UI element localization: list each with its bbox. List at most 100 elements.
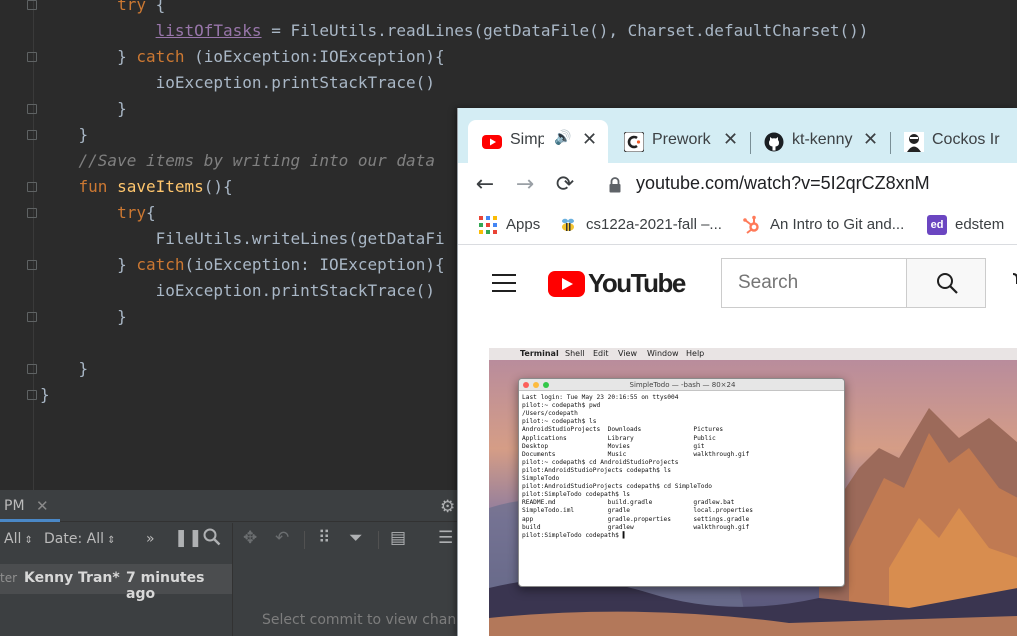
fold-marker-icon[interactable]: [27, 390, 37, 400]
code-token: }: [40, 385, 50, 404]
gear-icon[interactable]: ⚙: [440, 497, 455, 517]
close-icon[interactable]: ✕: [863, 129, 878, 150]
fold-marker-icon[interactable]: [27, 208, 37, 218]
address-bar[interactable]: youtube.com/watch?v=5I2qrCZ8xnM: [636, 173, 930, 194]
filter-icon[interactable]: ⏷: [349, 528, 363, 548]
bookmark-label: An Intro to Git and...: [770, 216, 905, 233]
bookmarks-bar: Apps cs122a-2021-fall –... An Intro to G…: [458, 207, 1017, 245]
back-button[interactable]: ←: [470, 170, 500, 200]
code-line: ioException.printStackTrace(): [40, 70, 435, 96]
bookmark-apps[interactable]: Apps: [478, 214, 548, 238]
gutter-separator: [33, 0, 34, 490]
fold-marker-icon[interactable]: [27, 130, 37, 140]
bookmark-edstem[interactable]: ed edstem: [927, 214, 1017, 238]
apps-grid-icon: [479, 216, 497, 234]
terminal-line: SimpleTodo: [522, 475, 560, 482]
git-tab-label: PM: [4, 498, 25, 514]
close-icon[interactable]: ✕: [582, 129, 597, 150]
terminal-line: pilot:~ codepath$ pwd: [522, 402, 601, 410]
bookmark-label: edstem: [955, 216, 1005, 233]
terminal-title: SimpleTodo — -bash — 80×24: [629, 381, 736, 389]
tab-title: Cockos Ir: [932, 131, 1000, 148]
github-icon: [764, 132, 784, 152]
code-line: }: [40, 96, 127, 122]
reload-button[interactable]: ⟳: [550, 170, 580, 200]
browser-tab-cockos[interactable]: Cockos Ir: [890, 120, 1017, 163]
browser-tab-youtube[interactable]: Simp 🔊 ✕: [468, 120, 608, 163]
code-line: try {: [40, 0, 165, 18]
code-token: //Save items by writing into our data: [78, 151, 435, 170]
layout-icon[interactable]: ▤: [390, 528, 406, 548]
video-player[interactable]: Terminal Shell Edit View Window Help Sim…: [489, 348, 1017, 636]
bookmark-cs122a[interactable]: cs122a-2021-fall –...: [558, 214, 728, 238]
cherry-pick-icon[interactable]: ✥: [243, 528, 257, 548]
close-icon[interactable]: ✕: [723, 129, 738, 150]
search-icon: [937, 273, 958, 294]
fold-marker-icon[interactable]: [27, 364, 37, 374]
youtube-logo-text[interactable]: YouTube: [588, 268, 686, 299]
youtube-logo-icon[interactable]: [548, 271, 585, 297]
close-icon[interactable]: ✕: [36, 497, 49, 515]
terminal-line: pilot:~ codepath$ cd AndroidStudioProjec…: [522, 458, 679, 466]
speaker-icon[interactable]: 🔊: [554, 130, 571, 146]
menu-item: Help: [686, 349, 705, 358]
fold-marker-icon[interactable]: [27, 312, 37, 322]
microphone-icon[interactable]: [1008, 272, 1017, 296]
fold-marker-icon[interactable]: [27, 260, 37, 270]
browser-tab-github[interactable]: kt-kenny ✕: [750, 120, 890, 163]
code-token: }: [40, 99, 127, 118]
browser-tab-strip: Simp 🔊 ✕ Prework ✕ kt-kenny ✕ Cockos Ir: [458, 108, 1017, 163]
youtube-page: YouTube Search Terminal Shell Edit View …: [458, 246, 1017, 636]
browser-tab-prework[interactable]: Prework ✕: [610, 120, 750, 163]
fold-marker-icon[interactable]: [27, 0, 37, 10]
code-token: fun: [78, 177, 108, 196]
collapse-icon[interactable]: ☰: [438, 528, 453, 548]
commit-time: 7 minutes ago: [126, 570, 205, 602]
bookmark-label: Apps: [506, 216, 541, 233]
panel-divider[interactable]: [232, 523, 233, 636]
chevron-updown-icon: ⇕: [104, 535, 116, 546]
code-line: }: [40, 122, 89, 148]
browser-toolbar: ← → ⟳ youtube.com/watch?v=5I2qrCZ8xnM: [458, 163, 1017, 207]
code-token: FileUtils.writeLines(getDataFi: [40, 229, 445, 248]
terminal-line: Last login: Tue May 23 20:16:55 on ttys0…: [522, 394, 679, 401]
code-token: try: [117, 203, 146, 222]
more-filters-button[interactable]: »: [146, 531, 155, 547]
minimize-icon: [533, 382, 539, 388]
cockos-icon: [904, 132, 924, 152]
code-token: (ioException: IOException){: [184, 255, 445, 274]
commit-row[interactable]: ter Kenny Tran* 7 minutes ago: [0, 564, 232, 602]
hamburger-menu-icon[interactable]: [492, 274, 516, 292]
terminal-line: pilot:SimpleTodo codepath$ ls: [522, 491, 631, 499]
bee-icon: [562, 218, 574, 231]
branch-graph-icon[interactable]: ⠿: [318, 528, 330, 548]
code-token: }: [40, 47, 137, 66]
fold-marker-icon[interactable]: [27, 182, 37, 192]
search-input[interactable]: Search: [721, 258, 907, 308]
bookmark-git-intro[interactable]: An Intro to Git and...: [742, 214, 914, 238]
git-log-tab[interactable]: PM ✕: [0, 490, 60, 522]
code-line: ioException.printStackTrace(): [40, 278, 435, 304]
code-line: fun saveItems(){: [40, 174, 233, 200]
fold-marker-icon[interactable]: [27, 104, 37, 114]
undo-icon[interactable]: ↶: [275, 528, 289, 548]
code-token: catch: [136, 47, 185, 66]
terminal-line: pilot:AndroidStudioProjects codepath$ cd…: [522, 483, 712, 491]
branch-filter-dropdown[interactable]: All ⇕: [4, 531, 33, 547]
search-icon[interactable]: [203, 528, 221, 551]
terminal-line: Applications Library Public: [522, 434, 716, 442]
editor-gutter: [0, 0, 40, 490]
fold-marker-icon[interactable]: [27, 52, 37, 62]
code-token: }: [40, 359, 89, 378]
search-button[interactable]: [906, 258, 986, 308]
date-filter-dropdown[interactable]: Date: All ⇕: [44, 531, 116, 547]
forward-button[interactable]: →: [510, 170, 540, 200]
code-line: }: [40, 382, 50, 408]
pause-icon[interactable]: ❚❚: [174, 528, 203, 548]
code-token: catch: [136, 255, 185, 274]
code-line: listOfTasks = FileUtils.readLines(getDat…: [40, 18, 869, 44]
lock-icon[interactable]: [608, 177, 622, 193]
